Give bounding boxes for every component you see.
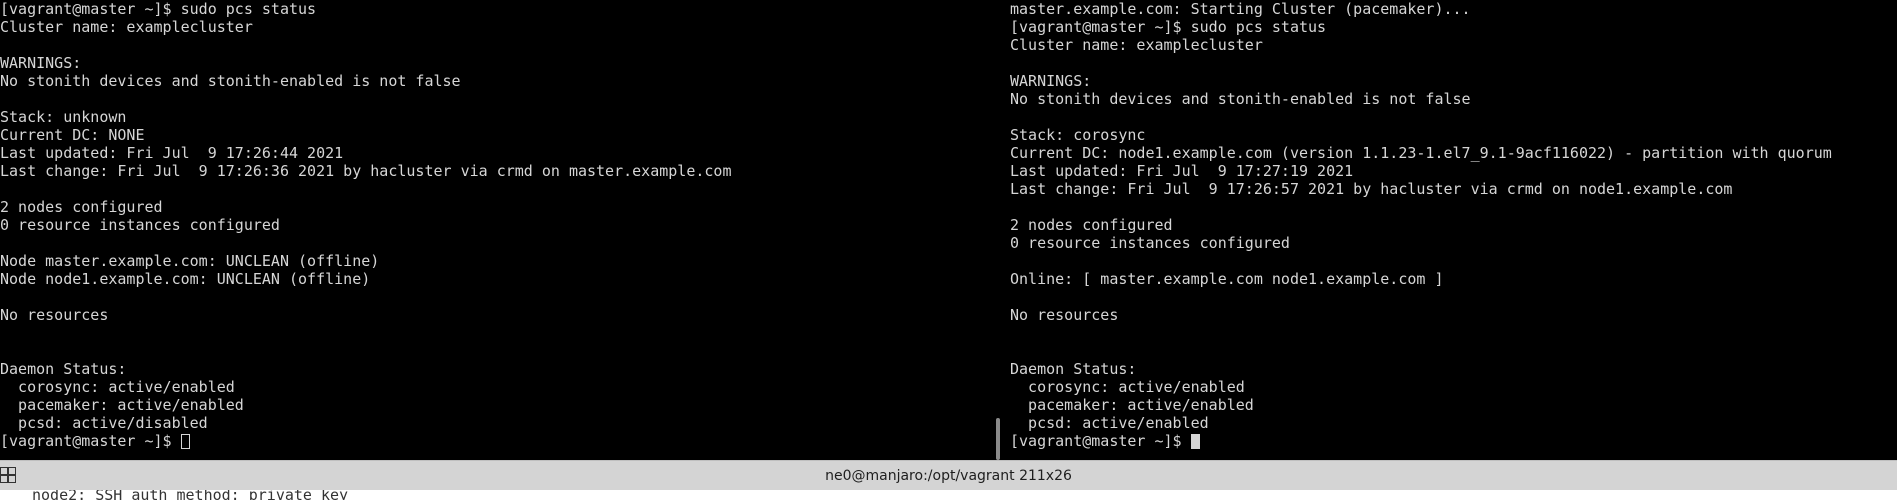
- background-terminal-peek: node2: SSH auth method: private key: [0, 490, 1897, 500]
- terminal-line: Last change: Fri Jul 9 17:26:36 2021 by …: [0, 162, 732, 180]
- terminal-line: Node node1.example.com: UNCLEAN (offline…: [0, 270, 371, 288]
- terminal-line: pacemaker: active/enabled: [1010, 396, 1254, 414]
- window-titlebar[interactable]: ne0@manjaro:/opt/vagrant 211x26: [0, 460, 1897, 490]
- terminal-line: corosync: active/enabled: [1010, 378, 1245, 396]
- terminal-line: Cluster name: examplecluster: [0, 18, 253, 36]
- terminal-line: No resources: [0, 306, 109, 324]
- peek-text: node2: SSH auth method: private key: [32, 490, 349, 500]
- terminal-cursor: [1190, 434, 1200, 449]
- terminal-line: Cluster name: examplecluster: [1010, 36, 1263, 54]
- terminal-line: Daemon Status:: [1010, 360, 1137, 378]
- terminal-line: Daemon Status:: [0, 360, 127, 378]
- window-title: ne0@manjaro:/opt/vagrant 211x26: [825, 468, 1072, 484]
- terminal-line: Stack: unknown: [0, 108, 127, 126]
- terminal-line: Last updated: Fri Jul 9 17:26:44 2021: [0, 144, 344, 162]
- terminal-line: 2 nodes configured: [0, 198, 163, 216]
- terminal-line: master.example.com: Starting Cluster (pa…: [1010, 0, 1471, 18]
- terminal-line: [vagrant@master ~]$ sudo pcs status: [0, 0, 317, 18]
- terminal-line: WARNINGS:: [0, 54, 82, 72]
- terminal-output: master.example.com: Starting Cluster (pa…: [1010, 0, 1897, 432]
- terminal-line: [vagrant@master ~]$ sudo pcs status: [1010, 18, 1327, 36]
- terminal-line: 2 nodes configured: [1010, 216, 1173, 234]
- scrollbar-thumb[interactable]: [996, 418, 1000, 460]
- terminal-line: Current DC: node1.example.com (version 1…: [1010, 144, 1832, 162]
- terminal-line: pcsd: active/enabled: [1010, 414, 1209, 432]
- terminal-line: pcsd: active/disabled: [0, 414, 208, 432]
- terminal-cursor: [180, 434, 190, 449]
- terminal-line: pacemaker: active/enabled: [0, 396, 244, 414]
- terminal-line: corosync: active/enabled: [0, 378, 235, 396]
- terminal-line: Stack: corosync: [1010, 126, 1146, 144]
- terminal-line: WARNINGS:: [1010, 72, 1092, 90]
- terminal-line: No resources: [1010, 306, 1119, 324]
- terminal-line: Online: [ master.example.com node1.examp…: [1010, 270, 1444, 288]
- terminal-prompt: [vagrant@master ~]$: [1010, 432, 1191, 450]
- terminal-line: No stonith devices and stonith-enabled i…: [0, 72, 461, 90]
- terminal-prompt-line[interactable]: [vagrant@master ~]$: [1010, 432, 1897, 450]
- terminal-prompt: [vagrant@master ~]$: [0, 432, 181, 450]
- terminal-line: Last change: Fri Jul 9 17:26:57 2021 by …: [1010, 180, 1733, 198]
- terminal-pane-left[interactable]: [vagrant@master ~]$ sudo pcs status Clust…: [0, 0, 990, 460]
- terminal-line: 0 resource instances configured: [1010, 234, 1290, 252]
- terminal-line: Last updated: Fri Jul 9 17:27:19 2021: [1010, 162, 1354, 180]
- terminal-prompt-line[interactable]: [vagrant@master ~]$: [0, 432, 990, 450]
- terminal-pane-right[interactable]: master.example.com: Starting Cluster (pa…: [1010, 0, 1897, 460]
- terminal-line: No stonith devices and stonith-enabled i…: [1010, 90, 1471, 108]
- pane-divider[interactable]: [990, 0, 1010, 460]
- terminal-line: Node master.example.com: UNCLEAN (offlin…: [0, 252, 380, 270]
- terminal-line: 0 resource instances configured: [0, 216, 280, 234]
- terminal-line: Current DC: NONE: [0, 126, 145, 144]
- terminal-output: [vagrant@master ~]$ sudo pcs status Clust…: [0, 0, 990, 432]
